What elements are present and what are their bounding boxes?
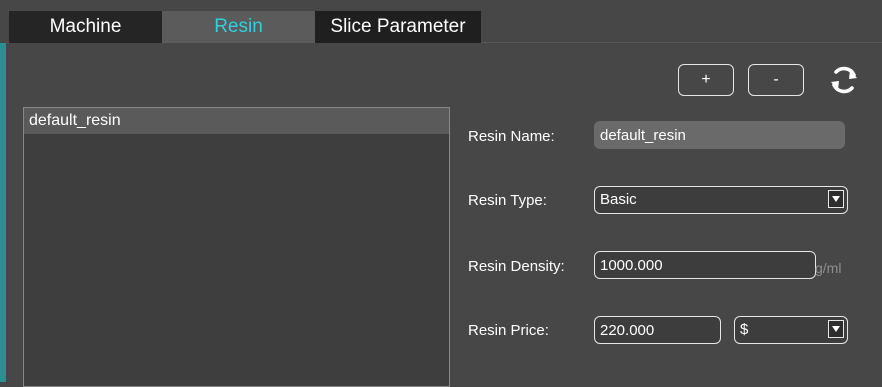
resin-panel: + - default_resin Resin Name: Resin Type… [6, 43, 882, 387]
resin-density-label: Resin Density: [468, 258, 565, 275]
chevron-down-icon[interactable] [828, 190, 844, 208]
density-unit: g/ml [815, 260, 842, 276]
refresh-icon[interactable] [827, 63, 861, 97]
resin-density-input[interactable] [594, 251, 816, 279]
chevron-down-icon[interactable] [828, 320, 844, 338]
currency-value: $ [740, 321, 749, 338]
resin-price-input[interactable] [594, 316, 721, 344]
currency-select[interactable]: $ [734, 316, 848, 344]
resin-name-input[interactable] [594, 121, 845, 149]
resin-price-label: Resin Price: [468, 322, 549, 339]
remove-resin-button[interactable]: - [748, 64, 804, 96]
list-item[interactable]: default_resin [24, 108, 449, 134]
resin-list[interactable]: default_resin [23, 107, 450, 387]
tab-bar: Machine Resin Slice Parameter [6, 0, 882, 43]
resin-type-value: Basic [600, 191, 637, 208]
tab-slice-parameter[interactable]: Slice Parameter [315, 11, 481, 43]
resin-type-select[interactable]: Basic [594, 186, 848, 214]
resin-name-label: Resin Name: [468, 128, 555, 145]
tab-resin[interactable]: Resin [162, 11, 315, 43]
add-resin-button[interactable]: + [678, 64, 734, 96]
tab-machine[interactable]: Machine [9, 11, 162, 43]
resin-type-label: Resin Type: [468, 192, 547, 209]
